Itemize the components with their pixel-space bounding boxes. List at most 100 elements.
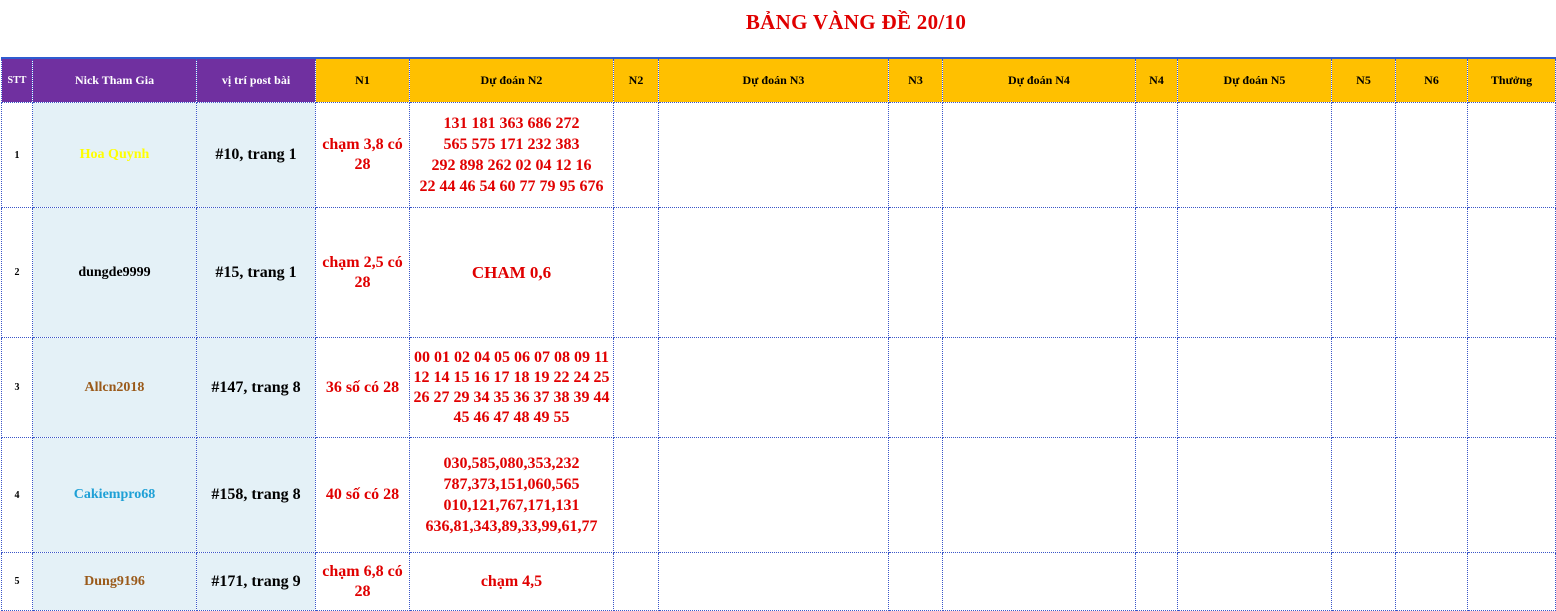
row-pred-n3[interactable]	[658, 552, 889, 611]
row-pred-n3[interactable]	[658, 437, 889, 553]
header-n1[interactable]: N1	[315, 57, 410, 103]
header-n2[interactable]: N2	[613, 57, 659, 103]
row-pred-n5[interactable]	[1177, 552, 1332, 611]
pred-line: chạm 4,5	[480, 573, 543, 590]
header-reward[interactable]: Thưởng	[1467, 57, 1556, 103]
row-n2[interactable]	[613, 437, 659, 553]
row-nick[interactable]: dungde9999	[32, 207, 197, 338]
table-row: 4 Cakiempro68 #158, trang 8 40 số có 28 …	[1, 437, 1556, 553]
row-reward[interactable]	[1467, 552, 1556, 611]
row-pred-n2[interactable]: 00 01 02 04 05 06 07 08 09 11 12 14 15 1…	[409, 337, 614, 438]
row-n6[interactable]	[1395, 207, 1468, 338]
pred-line: 565 575 171 232 383	[443, 136, 580, 153]
row-nick[interactable]: Allcn2018	[32, 337, 197, 438]
row-n5[interactable]	[1331, 337, 1396, 438]
table-row: 3 Allcn2018 #147, trang 8 36 số có 28 00…	[1, 337, 1556, 438]
row-n1[interactable]: chạm 2,5 có 28	[315, 207, 410, 338]
row-reward[interactable]	[1467, 337, 1556, 438]
header-row: STT Nick Tham Gia vị trí post bài N1 Dự …	[1, 57, 1556, 103]
row-n1[interactable]: chạm 6,8 có 28	[315, 552, 410, 611]
pred-line: 292 898 262 02 04 12 16	[431, 157, 592, 174]
row-n3[interactable]	[888, 437, 943, 553]
table-row: 5 Dung9196 #171, trang 9 chạm 6,8 có 28 …	[1, 552, 1556, 611]
row-n4[interactable]	[1135, 207, 1178, 338]
row-position[interactable]: #10, trang 1	[196, 102, 316, 208]
row-pred-n2[interactable]: 030,585,080,353,232 787,373,151,060,565 …	[409, 437, 614, 553]
row-stt[interactable]: 3	[1, 337, 33, 438]
pred-line: 00 01 02 04 05 06 07 08 09 11 12 14 15 1…	[413, 348, 610, 386]
row-n3[interactable]	[888, 207, 943, 338]
row-reward[interactable]	[1467, 437, 1556, 553]
row-stt[interactable]: 2	[1, 207, 33, 338]
results-table: STT Nick Tham Gia vị trí post bài N1 Dự …	[1, 57, 1556, 611]
header-pred-n4[interactable]: Dự đoán N4	[942, 57, 1136, 103]
row-pred-n4[interactable]	[942, 437, 1136, 553]
row-stt[interactable]: 4	[1, 437, 33, 553]
row-n2[interactable]	[613, 337, 659, 438]
pred-line: 636,81,343,89,33,99,61,77	[425, 518, 598, 535]
row-n6[interactable]	[1395, 102, 1468, 208]
row-position[interactable]: #147, trang 8	[196, 337, 316, 438]
row-n4[interactable]	[1135, 552, 1178, 611]
pred-line: 787,373,151,060,565	[443, 476, 580, 493]
row-pred-n4[interactable]	[942, 552, 1136, 611]
row-n1[interactable]: 40 số có 28	[315, 437, 410, 553]
row-nick[interactable]: Hoa Quynh	[32, 102, 197, 208]
row-position[interactable]: #158, trang 8	[196, 437, 316, 553]
row-pred-n4[interactable]	[942, 207, 1136, 338]
header-stt[interactable]: STT	[1, 57, 33, 103]
table-row: 1 Hoa Quynh #10, trang 1 chạm 3,8 có 28 …	[1, 102, 1556, 208]
row-n5[interactable]	[1331, 102, 1396, 208]
row-nick[interactable]: Cakiempro68	[32, 437, 197, 553]
row-reward[interactable]	[1467, 102, 1556, 208]
header-nick[interactable]: Nick Tham Gia	[32, 57, 197, 103]
row-n6[interactable]	[1395, 337, 1468, 438]
row-n5[interactable]	[1331, 207, 1396, 338]
row-position[interactable]: #171, trang 9	[196, 552, 316, 611]
row-n3[interactable]	[888, 337, 943, 438]
header-pred-n5[interactable]: Dự đoán N5	[1177, 57, 1332, 103]
row-n6[interactable]	[1395, 552, 1468, 611]
header-n4[interactable]: N4	[1135, 57, 1178, 103]
row-n1[interactable]: chạm 3,8 có 28	[315, 102, 410, 208]
header-n3[interactable]: N3	[888, 57, 943, 103]
header-position[interactable]: vị trí post bài	[196, 57, 316, 103]
row-n6[interactable]	[1395, 437, 1468, 553]
header-pred-n3[interactable]: Dự đoán N3	[658, 57, 889, 103]
row-pred-n5[interactable]	[1177, 102, 1332, 208]
row-pred-n4[interactable]	[942, 337, 1136, 438]
header-n6[interactable]: N6	[1395, 57, 1468, 103]
row-n5[interactable]	[1331, 552, 1396, 611]
row-n2[interactable]	[613, 207, 659, 338]
row-pred-n3[interactable]	[658, 337, 889, 438]
pred-line: CHAM 0,6	[471, 263, 552, 282]
row-n2[interactable]	[613, 552, 659, 611]
pred-line: 010,121,767,171,131	[443, 497, 580, 514]
row-n1[interactable]: 36 số có 28	[315, 337, 410, 438]
header-n5[interactable]: N5	[1331, 57, 1396, 103]
row-pred-n2[interactable]: 131 181 363 686 272 565 575 171 232 383 …	[409, 102, 614, 208]
row-n4[interactable]	[1135, 337, 1178, 438]
row-pred-n2[interactable]: chạm 4,5	[409, 552, 614, 611]
row-stt[interactable]: 1	[1, 102, 33, 208]
row-reward[interactable]	[1467, 207, 1556, 338]
row-n3[interactable]	[888, 102, 943, 208]
row-stt[interactable]: 5	[1, 552, 33, 611]
row-nick[interactable]: Dung9196	[32, 552, 197, 611]
row-position[interactable]: #15, trang 1	[196, 207, 316, 338]
row-n5[interactable]	[1331, 437, 1396, 553]
row-n2[interactable]	[613, 102, 659, 208]
row-n4[interactable]	[1135, 102, 1178, 208]
pred-line: 131 181 363 686 272	[443, 115, 580, 132]
row-pred-n3[interactable]	[658, 207, 889, 338]
row-pred-n5[interactable]	[1177, 207, 1332, 338]
row-pred-n4[interactable]	[942, 102, 1136, 208]
row-pred-n2[interactable]: CHAM 0,6	[409, 207, 614, 338]
row-n4[interactable]	[1135, 437, 1178, 553]
pred-line: 22 44 46 54 60 77 79 95 676	[419, 178, 604, 195]
row-pred-n3[interactable]	[658, 102, 889, 208]
row-n3[interactable]	[888, 552, 943, 611]
row-pred-n5[interactable]	[1177, 437, 1332, 553]
header-pred-n2[interactable]: Dự đoán N2	[409, 57, 614, 103]
row-pred-n5[interactable]	[1177, 337, 1332, 438]
